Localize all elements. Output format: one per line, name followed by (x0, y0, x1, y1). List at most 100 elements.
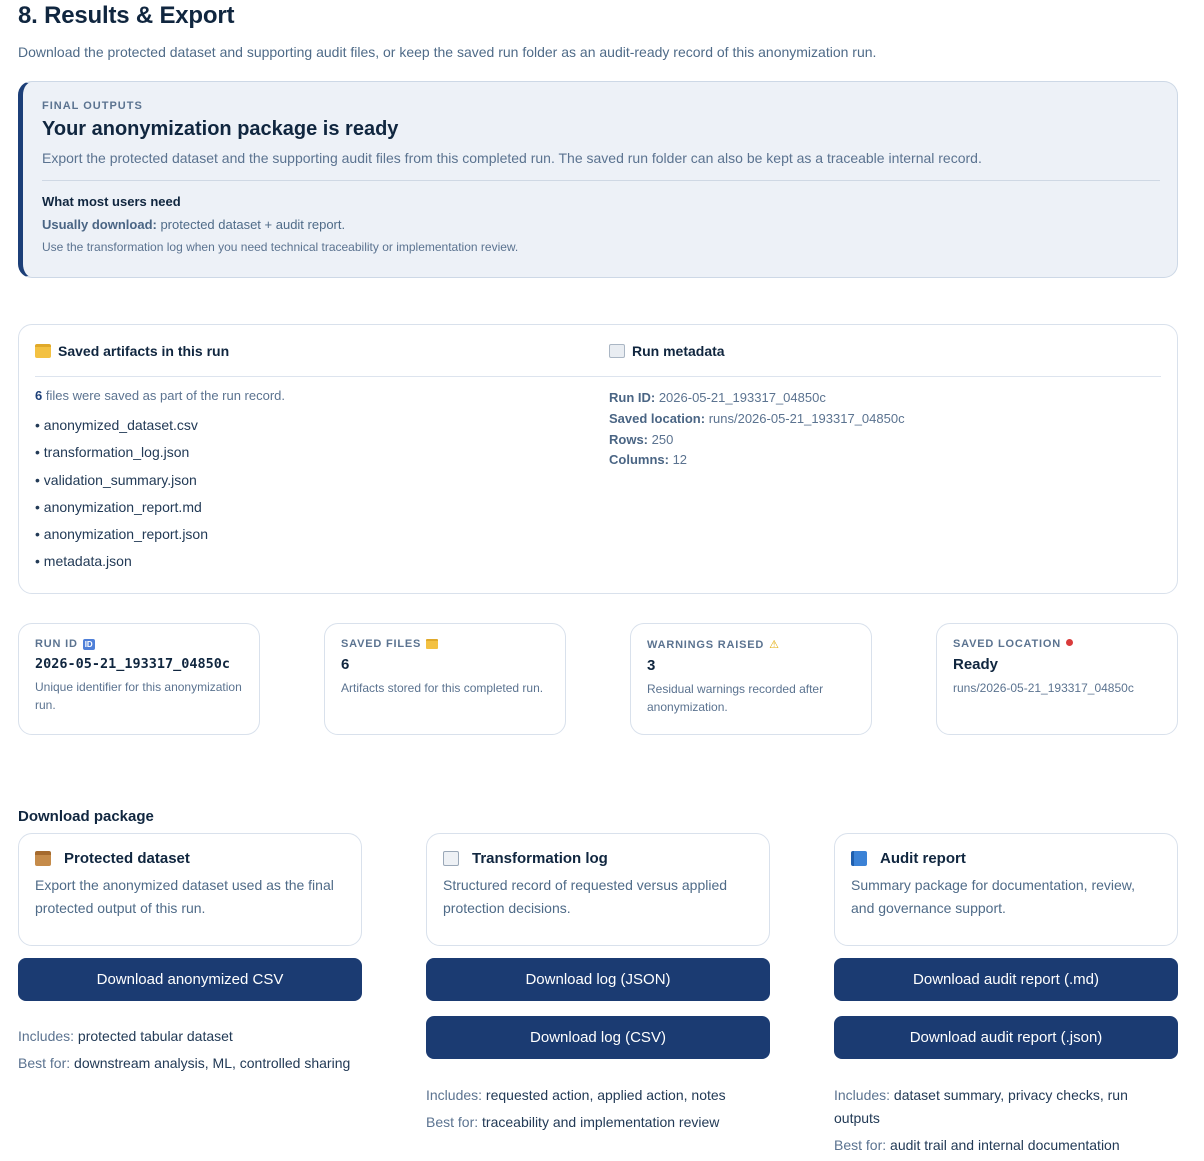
stat-label-text: SAVED FILES (341, 638, 422, 650)
hero-usually-line: Usually download: protected dataset + au… (42, 217, 1159, 232)
metadata-row-run-id: Run ID: 2026-05-21_193317_04850c (609, 388, 1159, 409)
bestfor-value: traceability and implementation review (478, 1114, 720, 1130)
stat-label: RUN ID ID (35, 638, 243, 650)
download-log-json-button[interactable]: Download log (JSON) (426, 958, 770, 1001)
artifacts-card: Saved artifacts in this run 6 files were… (18, 324, 1178, 594)
protected-dataset-notes: Includes: protected tabular dataset Best… (18, 1025, 362, 1079)
bestfor-line: Best for: audit trail and internal docum… (834, 1134, 1154, 1157)
stat-value: 6 (341, 656, 350, 673)
metadata-value: 2026-05-21_193317_04850c (655, 390, 826, 405)
hero-need-title: What most users need (42, 194, 181, 209)
stat-label-text: RUN ID (35, 638, 78, 650)
audit-report-notes: Includes: dataset summary, privacy check… (834, 1084, 1154, 1161)
saved-artifacts-header: Saved artifacts in this run (35, 325, 595, 377)
final-outputs-card: FINAL OUTPUTS Your anonymization package… (18, 81, 1178, 278)
stat-value: Ready (953, 656, 999, 673)
bestfor-value: downstream analysis, ML, controlled shar… (70, 1055, 351, 1071)
stat-description: Unique identifier for this anonymization… (35, 680, 242, 712)
includes-line: Includes: dataset summary, privacy check… (834, 1084, 1154, 1130)
stat-label: SAVED LOCATION (953, 638, 1161, 650)
run-metadata-column: Run metadata Run ID: 2026-05-21_193317_0… (609, 325, 1159, 471)
stat-value: 3 (647, 657, 656, 674)
folder-icon (35, 344, 51, 358)
stat-description: Artifacts stored for this completed run. (341, 681, 544, 695)
protected-dataset-card: Protected dataset Export the anonymized … (18, 833, 362, 946)
stat-label-text: SAVED LOCATION (953, 638, 1061, 650)
transformation-log-card: Transformation log Structured record of … (426, 833, 770, 946)
card-title: Protected dataset (35, 850, 345, 867)
metadata-row-columns: Columns: 12 (609, 450, 1159, 471)
list-item: • transformation_log.json (35, 444, 190, 461)
hero-note: Use the transformation log when you need… (42, 240, 519, 254)
includes-line: Includes: protected tabular dataset (18, 1025, 362, 1048)
metadata-label: Rows: (609, 431, 648, 447)
list-item: • validation_summary.json (35, 471, 197, 488)
metadata-label: Columns: (609, 452, 669, 468)
metadata-value: runs/2026-05-21_193317_04850c (705, 410, 905, 426)
stat-card-warnings: WARNINGS RAISED ⚠ 3 Residual warnings rec… (630, 623, 872, 735)
page-subtitle: Download the protected dataset and suppo… (18, 44, 877, 60)
includes-value: protected tabular dataset (74, 1028, 233, 1044)
stat-card-run-id: RUN ID ID 2026-05-21_193317_04850c Unique… (18, 623, 260, 735)
list-item: • anonymized_dataset.csv (35, 417, 198, 433)
includes-label: Includes: (834, 1087, 891, 1103)
saved-artifacts-title: Saved artifacts in this run (58, 343, 230, 359)
stat-label-text: WARNINGS RAISED (647, 638, 765, 651)
card-title: Transformation log (443, 850, 753, 867)
list-item: • metadata.json (35, 553, 132, 570)
hero-description: Export the protected dataset and the sup… (42, 150, 982, 166)
log-icon (443, 851, 459, 866)
transformation-log-notes: Includes: requested action, applied acti… (426, 1084, 770, 1138)
bestfor-line: Best for: downstream analysis, ML, contr… (18, 1052, 362, 1075)
metadata-row-location: Saved location: runs/2026-05-21_193317_0… (609, 409, 1159, 430)
download-log-csv-button[interactable]: Download log (CSV) (426, 1016, 770, 1059)
download-package-title: Download package (18, 808, 154, 825)
hero-eyebrow: FINAL OUTPUTS (42, 100, 143, 112)
metadata-list: Run ID: 2026-05-21_193317_04850c Saved l… (609, 388, 1159, 471)
includes-line: Includes: requested action, applied acti… (426, 1084, 770, 1107)
card-title-text: Transformation log (472, 850, 608, 867)
stat-description: Residual warnings recorded after anonymi… (647, 682, 824, 714)
includes-label: Includes: (18, 1028, 75, 1044)
stat-label: SAVED FILES (341, 638, 549, 650)
card-description: Summary package for documentation, revie… (851, 877, 1136, 916)
warning-icon: ⚠ (769, 639, 780, 651)
bestfor-label: Best for: (18, 1055, 71, 1071)
list-item: • anonymization_report.md (35, 498, 202, 515)
stat-card-saved-location: SAVED LOCATION Ready runs/2026-05-21_193… (936, 623, 1178, 735)
usually-value: protected dataset + audit report. (156, 217, 346, 232)
hero-divider (42, 180, 1160, 181)
id-badge-icon: ID (82, 638, 95, 650)
hero-title: Your anonymization package is ready (42, 118, 399, 140)
artifact-count: 6 files were saved as part of the run re… (35, 388, 595, 403)
bestfor-label: Best for: (834, 1137, 887, 1153)
metadata-value: 250 (648, 431, 674, 447)
stat-label: WARNINGS RAISED ⚠ (647, 638, 855, 652)
includes-value: requested action, applied action, notes (482, 1087, 726, 1103)
bestfor-line: Best for: traceability and implementatio… (426, 1111, 770, 1134)
bestfor-label: Best for: (426, 1114, 479, 1130)
folder-icon (426, 639, 439, 649)
results-export-page: 8. Results & Export Download the protect… (0, 0, 1204, 1161)
includes-label: Includes: (426, 1087, 483, 1103)
run-metadata-title: Run metadata (632, 343, 725, 359)
file-list: • anonymized_dataset.csv • transformatio… (35, 412, 595, 576)
download-audit-report-md-button[interactable]: Download audit report (.md) (834, 958, 1178, 1001)
download-anonymized-csv-button[interactable]: Download anonymized CSV (18, 958, 362, 1001)
page-title: 8. Results & Export (18, 2, 235, 29)
list-item: • anonymization_report.json (35, 526, 208, 543)
audit-report-card: Audit report Summary package for documen… (834, 833, 1178, 946)
download-audit-report-json-button[interactable]: Download audit report (.json) (834, 1016, 1178, 1059)
bestfor-value: audit trail and internal documentation (886, 1137, 1120, 1153)
card-title: Audit report (851, 850, 1161, 867)
metadata-label: Saved location: (609, 410, 706, 426)
card-title-text: Protected dataset (64, 850, 190, 867)
metadata-label: Run ID: (609, 390, 656, 405)
book-icon (851, 851, 867, 866)
metadata-value: 12 (668, 452, 688, 468)
saved-artifacts-column: Saved artifacts in this run 6 files were… (35, 325, 595, 576)
usually-label: Usually download: (42, 217, 157, 232)
document-icon (609, 344, 625, 358)
stat-description: runs/2026-05-21_193317_04850c (953, 681, 1134, 695)
stat-value: 2026-05-21_193317_04850c (35, 656, 231, 672)
